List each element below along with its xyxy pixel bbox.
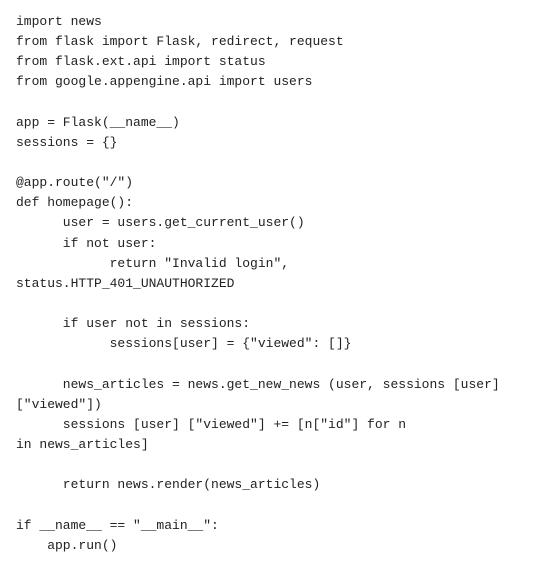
- code-line: ["viewed"]): [16, 395, 529, 415]
- code-line: if __name__ == "__main__":: [16, 516, 529, 536]
- code-line: app = Flask(__name__): [16, 113, 529, 133]
- code-line: return "Invalid login",: [16, 254, 529, 274]
- code-line: from google.appengine.api import users: [16, 72, 529, 92]
- code-line: [16, 455, 529, 475]
- code-line: return news.render(news_articles): [16, 475, 529, 495]
- code-line: news_articles = news.get_new_news (user,…: [16, 375, 529, 395]
- code-editor: import newsfrom flask import Flask, redi…: [0, 0, 545, 583]
- code-line: from flask.ext.api import status: [16, 52, 529, 72]
- code-line: @app.route("/"): [16, 173, 529, 193]
- code-line: def homepage():: [16, 193, 529, 213]
- code-line: [16, 495, 529, 515]
- code-line: from flask import Flask, redirect, reque…: [16, 32, 529, 52]
- code-line: if user not in sessions:: [16, 314, 529, 334]
- code-line: in news_articles]: [16, 435, 529, 455]
- code-line: import news: [16, 12, 529, 32]
- code-line: user = users.get_current_user(): [16, 213, 529, 233]
- code-line: [16, 93, 529, 113]
- code-line: app.run(): [16, 536, 529, 556]
- code-content: import newsfrom flask import Flask, redi…: [16, 12, 529, 556]
- code-line: status.HTTP_401_UNAUTHORIZED: [16, 274, 529, 294]
- code-line: sessions [user] ["viewed"] += [n["id"] f…: [16, 415, 529, 435]
- code-line: [16, 354, 529, 374]
- code-line: if not user:: [16, 234, 529, 254]
- code-line: sessions[user] = {"viewed": []}: [16, 334, 529, 354]
- code-line: [16, 294, 529, 314]
- code-line: sessions = {}: [16, 133, 529, 153]
- code-line: [16, 153, 529, 173]
